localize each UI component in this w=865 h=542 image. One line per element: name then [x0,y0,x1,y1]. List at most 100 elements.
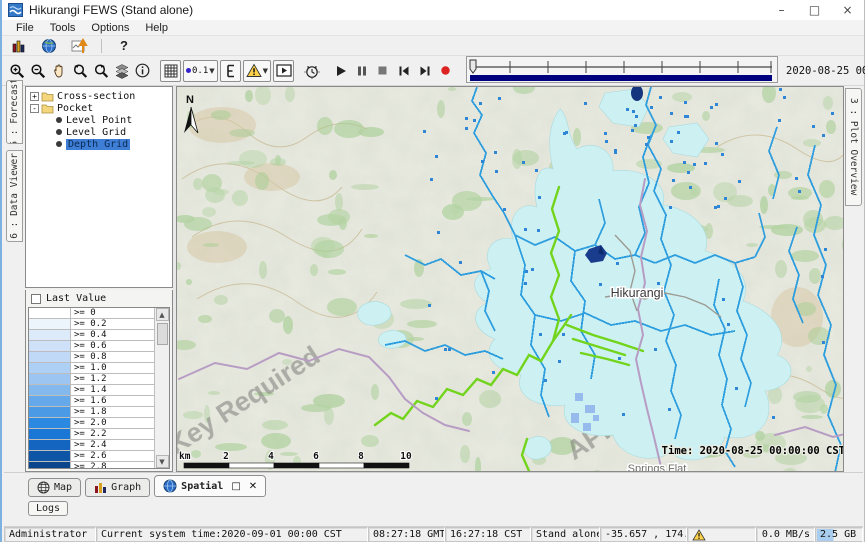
last-value-checkbox[interactable] [31,294,41,304]
time-slider[interactable] [466,56,778,86]
spatial-display-button[interactable] [68,37,90,55]
minimize-button[interactable]: – [765,0,798,20]
zoom-in-button[interactable] [6,60,27,82]
help-button[interactable]: ? [113,37,135,55]
layers-button[interactable] [111,60,132,82]
legend-row: >= 1.8 [29,407,154,418]
close-button[interactable]: × [831,0,864,20]
scroll-up-icon[interactable]: ▲ [156,308,169,321]
pan-button[interactable] [48,60,69,82]
tree-item-level-grid[interactable]: Level Grid [54,126,172,138]
legend-row-label: >= 0.2 [71,319,107,329]
scale-unit-label: km [179,451,191,462]
scale-tick: 10 [400,451,412,462]
legend-row: >= 1.0 [29,363,154,374]
status-local-time: 16:27:18 CST [445,527,531,542]
tree-item-label: Level Grid [66,127,126,138]
spatial-map[interactable]: API Key Required API Key Required [176,86,844,472]
stop-button[interactable] [372,60,393,82]
tree-item-cross-section[interactable]: + Cross-section [28,90,172,102]
legend-row-label: >= 0 [71,308,96,318]
status-user: Administrator [4,527,96,542]
tree-item-level-point[interactable]: Level Point [54,114,172,126]
play-button[interactable] [330,60,351,82]
tab-spatial-label: Spatial [181,481,223,492]
status-transfer-rate: 0.0 MB/s [756,527,815,542]
menu-help[interactable]: Help [137,22,176,34]
status-memory: 2.5 GB [815,527,863,542]
zoom-next-button[interactable] [90,60,111,82]
step-back-button[interactable] [393,60,414,82]
legend-color-swatch [29,396,71,406]
collapse-icon[interactable]: - [30,104,39,113]
legend-row-label: >= 1.4 [71,385,107,395]
maximize-button[interactable]: □ [798,0,831,20]
legend-row: >= 0.8 [29,352,154,363]
map-viewer-button[interactable] [38,37,60,55]
play-icon [335,65,347,77]
clock-icon [304,63,320,79]
zoom-next-icon [93,63,109,79]
tab-spatial[interactable]: Spatial □ ✕ [154,475,266,497]
export-animation-button[interactable] [273,60,294,82]
tab-graph[interactable]: Graph [85,478,150,497]
tab-maximize-icon[interactable]: □ [231,481,240,492]
legend-row: >= 2.4 [29,440,154,451]
tab-plot-overview[interactable]: 3 : Plot Overview [845,88,862,206]
step-forward-button[interactable] [414,60,435,82]
menu-file[interactable]: File [8,22,42,34]
legend-row: >= 0.4 [29,330,154,341]
bullet-icon [56,129,62,135]
legend-table: >= 0 >= 0.2 >= 0.4 >= 0.6 >= 0.8 >= 1.0 … [28,307,170,469]
tab-map[interactable]: Map [28,478,81,497]
show-grid-button[interactable] [160,60,181,82]
zoom-out-button[interactable] [27,60,48,82]
legend-color-swatch [29,352,71,362]
zoom-previous-button[interactable] [69,60,90,82]
filter-tree[interactable]: + Cross-section - Pocket Level Point Lev… [25,86,173,288]
pause-button[interactable] [351,60,372,82]
legend-panel: Last Value >= 0 >= 0.2 >= 0.4 >= 0.6 >= … [25,290,173,472]
animation-timer-button[interactable] [301,60,322,82]
status-coordinates: -35.657 , 174.199 [600,527,687,542]
bar-chart-icon [11,38,27,54]
status-warning-cell[interactable] [687,527,756,542]
tree-item-depth-grid[interactable]: Depth Grid [54,138,172,150]
classbreak-interval-dropdown[interactable]: 0.1 ▼ [183,60,218,82]
info-button[interactable] [132,60,153,82]
tree-item-label-selected: Depth Grid [66,139,130,150]
current-time-field[interactable]: 2020-08-25 00:00:00 CST [786,65,865,77]
menu-tools[interactable]: Tools [42,22,84,34]
reports-button[interactable] [8,37,30,55]
expander-icon[interactable]: + [30,92,39,101]
main-area: 5 : Forecast 6 : Data Viewer + Cross-sec… [4,86,863,472]
scrollbar-thumb[interactable] [157,323,168,345]
tab-close-icon[interactable]: ✕ [249,481,257,492]
legend-row: >= 2.6 [29,451,154,462]
menu-options[interactable]: Options [83,22,137,34]
pause-icon [356,65,368,77]
app-logo-icon [8,3,23,17]
scroll-down-icon[interactable]: ▼ [156,455,169,468]
legend-scrollbar[interactable]: ▲ ▼ [154,308,169,468]
tab-data-viewer[interactable]: 6 : Data Viewer [6,150,23,242]
thresholds-dropdown[interactable]: ▼ [243,60,271,82]
legend-row: >= 0 [29,308,154,319]
scale-bar-segments [184,463,409,468]
interval-value: 0.1 [192,66,208,76]
legend-row: >= 1.6 [29,396,154,407]
status-bar: Administrator Current system time:2020-0… [4,526,863,542]
legend-row: >= 1.2 [29,374,154,385]
chevron-down-icon: ▼ [263,67,268,75]
graph-bars-icon [94,481,107,494]
tab-forecast[interactable]: 5 : Forecast [6,80,23,144]
tree-item-pocket[interactable]: - Pocket [28,102,172,114]
spatial-plot-icon [71,38,88,54]
logs-button[interactable]: Logs [28,501,68,516]
status-gmt-time: 08:27:18 GMT [368,527,445,542]
grid-icon [164,64,178,78]
record-button[interactable] [435,60,456,82]
legend-color-swatch [29,429,71,439]
legend-button[interactable] [220,60,241,82]
legend-row: >= 0.6 [29,341,154,352]
